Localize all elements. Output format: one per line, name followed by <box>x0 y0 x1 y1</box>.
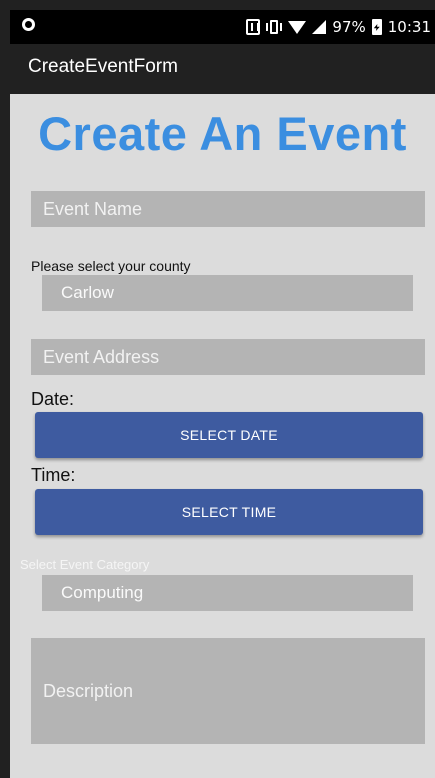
app-title: CreateEventForm <box>28 56 178 77</box>
vibrate-icon <box>266 20 283 34</box>
app-bar: CreateEventForm <box>10 44 435 94</box>
clock: 10:31 <box>387 18 431 36</box>
status-icons: 97% 10:31 <box>246 16 431 38</box>
time-label: Time: <box>31 465 76 485</box>
county-selected-value: Carlow <box>61 283 114 302</box>
description-input[interactable]: Description <box>31 638 425 744</box>
county-spinner[interactable]: Carlow <box>42 275 413 311</box>
date-label: Date: <box>31 389 75 409</box>
event-name-input[interactable]: Event Name <box>31 191 425 227</box>
category-spinner[interactable]: Computing <box>42 575 413 611</box>
event-address-placeholder: Event Address <box>43 346 160 367</box>
battery-icon <box>371 19 382 35</box>
wifi-icon <box>288 20 307 34</box>
description-placeholder: Description <box>43 680 134 701</box>
category-label: Select Event Category <box>20 557 150 572</box>
select-time-button[interactable]: SELECT TIME <box>35 489 423 535</box>
status-bar: 97% 10:31 <box>10 10 435 44</box>
battery-percent: 97% <box>332 18 366 36</box>
event-name-placeholder: Event Name <box>43 198 143 219</box>
page-title: Create An Event <box>38 107 407 160</box>
county-label: Please select your county <box>31 258 191 274</box>
notification-dot-icon <box>22 18 35 31</box>
signal-icon <box>312 20 327 34</box>
nfc-icon <box>246 19 261 35</box>
category-selected-value: Computing <box>61 583 144 602</box>
select-date-button[interactable]: SELECT DATE <box>35 412 423 458</box>
event-address-input[interactable]: Event Address <box>31 339 425 375</box>
create-event-form: Create An Event Event Name Please select… <box>10 94 435 778</box>
